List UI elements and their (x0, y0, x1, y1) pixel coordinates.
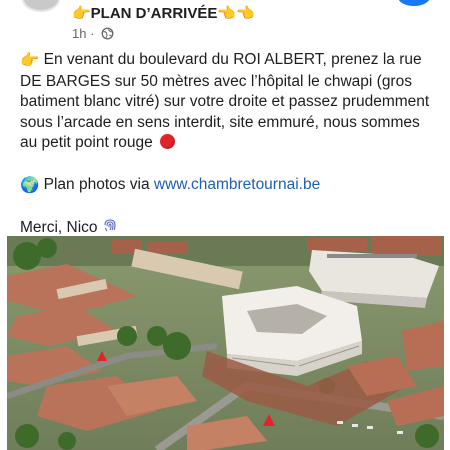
paragraph-directions: 👉 En venant du boulevard du ROI ALBERT, … (20, 50, 434, 154)
post-meta: 1h · (72, 26, 114, 43)
globe-emoji-icon: 🌍 (20, 176, 40, 194)
directions-text: En venant du boulevard du ROI ALBERT, pr… (20, 51, 430, 151)
post-body: 👉 En venant du boulevard du ROI ALBERT, … (20, 50, 434, 240)
red-circle-icon (160, 134, 176, 149)
post-header: 👉PLAN D’ARRIVÉE👈👈 1h · (0, 0, 450, 46)
post-title: 👉PLAN D’ARRIVÉE👈👈 (72, 5, 255, 22)
page-avatar-icon[interactable] (398, 0, 430, 6)
post-time[interactable]: 1h · (72, 26, 94, 41)
pointing-hand-icon: 👉 (20, 52, 40, 69)
plan-text: Plan photos via (43, 175, 154, 193)
paragraph-plan: 🌍 Plan photos via www.chambretournai.be (20, 175, 434, 197)
website-link[interactable]: www.chambretournai.be (154, 176, 320, 193)
avatar[interactable] (22, 0, 60, 12)
aerial-photo[interactable] (7, 236, 444, 450)
globe-icon (101, 27, 114, 43)
signature-text: Merci, Nico (20, 219, 98, 236)
